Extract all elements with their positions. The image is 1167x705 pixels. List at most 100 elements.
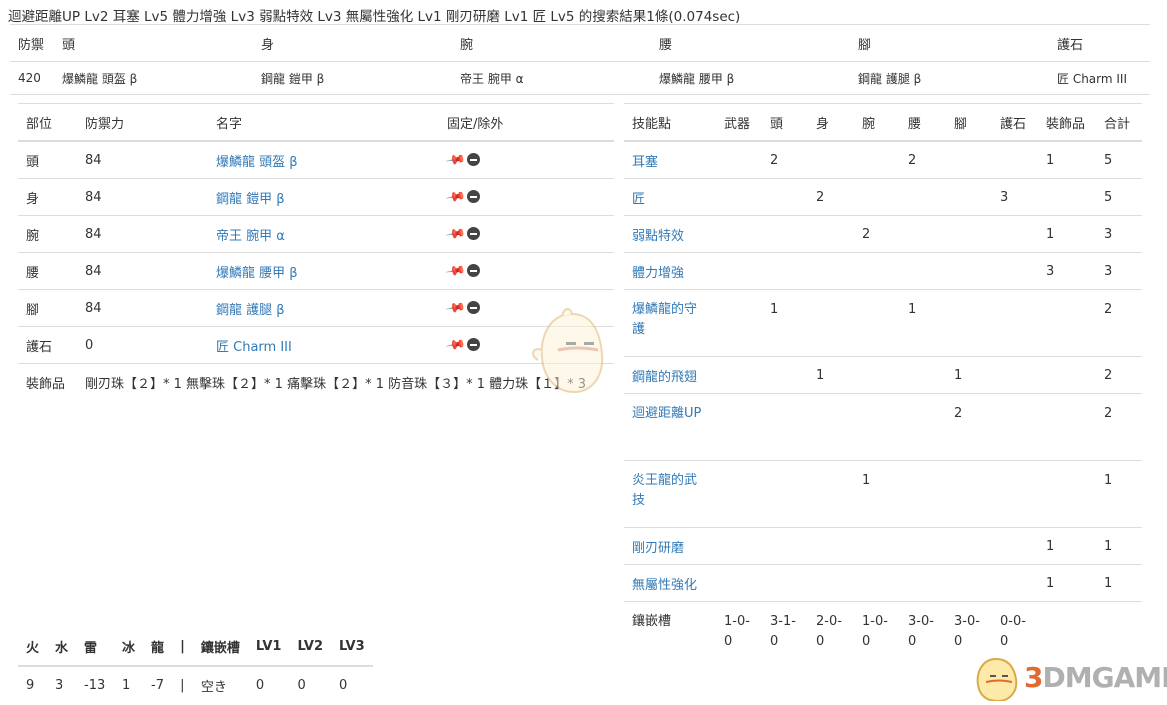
element-header-fire: 火 (18, 628, 48, 667)
skill-cell (716, 460, 762, 528)
results-header-head: 頭 (54, 24, 253, 62)
skill-cell (992, 527, 1038, 565)
skill-cell (762, 527, 808, 565)
skills-header-charm: 護石 (992, 103, 1038, 142)
skill-name-link[interactable]: 剛刃研磨 (632, 541, 684, 556)
skill-cell (992, 215, 1038, 253)
pin-icon[interactable]: 📌 (444, 334, 466, 356)
equipment-name-link[interactable]: 鋼龍 護腿 β (216, 303, 285, 318)
skill-row: 耳塞 2 2 1 5 (624, 140, 1142, 179)
skills-header-weapon: 武器 (716, 103, 762, 142)
skill-cell (762, 178, 808, 216)
pin-icon[interactable]: 📌 (444, 297, 466, 319)
equipment-name-link[interactable]: 鋼龍 鎧甲 β (216, 192, 285, 207)
skill-cell (992, 356, 1038, 394)
skills-header-legs: 腳 (946, 103, 992, 142)
element-slots: 空き (192, 665, 248, 704)
element-values-row: 9 3 -13 1 -7 | 空き 0 0 0 (18, 665, 373, 704)
results-header-charm: 護石 (1049, 24, 1150, 62)
element-lv2: 0 (289, 665, 332, 704)
skill-name-link[interactable]: 迴避距離UP (632, 404, 708, 424)
equipment-row: 腳 84 鋼龍 護腿 β 📌 (18, 289, 614, 327)
skills-header-skill: 技能點 (624, 103, 716, 142)
element-header-lv3: LV3 (331, 628, 373, 667)
results-header-legs: 腳 (850, 24, 1049, 62)
pin-icon[interactable]: 📌 (444, 223, 466, 245)
result-row[interactable]: 420 爆鱗龍 頭盔 β 鋼龍 鎧甲 β 帝王 腕甲 α 爆鱗龍 腰甲 β 鋼龍… (10, 61, 1150, 95)
equipment-row: 身 84 鋼龍 鎧甲 β 📌 (18, 178, 614, 216)
skill-cell (854, 356, 900, 394)
element-header-ice: 冰 (114, 628, 144, 667)
skill-cell (854, 289, 900, 357)
pin-icon[interactable]: 📌 (444, 260, 466, 282)
skill-row: 匠 2 3 5 (624, 178, 1142, 216)
skill-name-link[interactable]: 炎王龍的武技 (632, 471, 708, 511)
skill-cell (900, 252, 946, 290)
skill-cell (716, 289, 762, 357)
skill-cell: 5 (1096, 140, 1142, 179)
skill-cell: 2 (900, 140, 946, 179)
exclude-icon[interactable] (467, 337, 481, 351)
skill-cell: 2 (808, 178, 854, 216)
skill-cell (762, 460, 808, 528)
skill-cell (854, 140, 900, 179)
equipment-row: 頭 84 爆鱗龍 頭盔 β 📌 (18, 140, 614, 179)
exclude-icon[interactable] (467, 226, 481, 240)
skill-row: 爆鱗龍的守護 1 1 2 (624, 289, 1142, 357)
skill-cell (808, 140, 854, 179)
logo-mascot-icon (976, 657, 1018, 703)
exclude-icon[interactable] (467, 152, 481, 166)
skills-header-total: 合計 (1096, 103, 1142, 142)
results-header-body: 身 (253, 24, 452, 62)
skill-name-link[interactable]: 弱點特效 (632, 229, 684, 244)
skill-cell (808, 393, 854, 461)
skill-cell (1038, 289, 1096, 357)
skill-cell (992, 252, 1038, 290)
skill-cell: 1 (762, 289, 808, 357)
skill-cell (1038, 460, 1096, 528)
skill-cell (946, 140, 992, 179)
equipment-name-link[interactable]: 匠 Charm III (216, 340, 292, 355)
skill-cell (900, 393, 946, 461)
skill-cell: 1 (854, 460, 900, 528)
slot-value: 3-0-0 (900, 601, 946, 668)
element-resist-table: 火 水 雷 冰 龍 | 鑲嵌槽 LV1 LV2 LV3 9 3 -13 1 -7… (18, 628, 373, 704)
pin-icon[interactable]: 📌 (444, 186, 466, 208)
skill-cell: 1 (1096, 527, 1142, 565)
equipment-defense: 84 (77, 289, 208, 327)
element-header-thunder: 雷 (76, 628, 115, 667)
skill-cell (900, 460, 946, 528)
skill-name-link[interactable]: 爆鱗龍的守護 (632, 300, 708, 340)
equipment-name-link[interactable]: 爆鱗龍 頭盔 β (216, 155, 298, 170)
equipment-defense: 84 (77, 252, 208, 290)
skill-cell (946, 460, 992, 528)
equipment-part: 腳 (18, 289, 77, 327)
skill-name-link[interactable]: 耳塞 (632, 155, 658, 170)
skill-cell (946, 252, 992, 290)
pin-icon[interactable]: 📌 (444, 149, 466, 171)
skill-cell (992, 393, 1038, 461)
result-body: 鋼龍 鎧甲 β (253, 61, 452, 95)
skill-name-link[interactable]: 鋼龍的飛翅 (632, 370, 697, 385)
equipment-name-link[interactable]: 帝王 腕甲 α (216, 229, 285, 244)
exclude-icon[interactable] (467, 189, 481, 203)
decorations-list: 剛刃珠【２】* 1 無擊珠【２】* 1 痛擊珠【２】* 1 防音珠【３】* 1 … (77, 363, 614, 400)
skill-name-link[interactable]: 匠 (632, 192, 645, 207)
results-header-arms: 腕 (452, 24, 651, 62)
skill-cell (762, 356, 808, 394)
element-header-water: 水 (47, 628, 77, 667)
equipment-name-link[interactable]: 爆鱗龍 腰甲 β (216, 266, 298, 281)
decorations-label: 裝飾品 (18, 363, 77, 400)
skill-cell (716, 215, 762, 253)
exclude-icon[interactable] (467, 300, 481, 314)
skill-name-link[interactable]: 體力增強 (632, 266, 684, 281)
element-thunder: -13 (76, 665, 115, 704)
equipment-row: 腕 84 帝王 腕甲 α 📌 (18, 215, 614, 253)
skills-header-decorations: 裝飾品 (1038, 103, 1096, 142)
skill-cell (716, 140, 762, 179)
skill-cell (854, 527, 900, 565)
result-arms: 帝王 腕甲 α (452, 61, 651, 95)
skill-name-link[interactable]: 無屬性強化 (632, 578, 697, 593)
skill-cell (762, 564, 808, 602)
exclude-icon[interactable] (467, 263, 481, 277)
